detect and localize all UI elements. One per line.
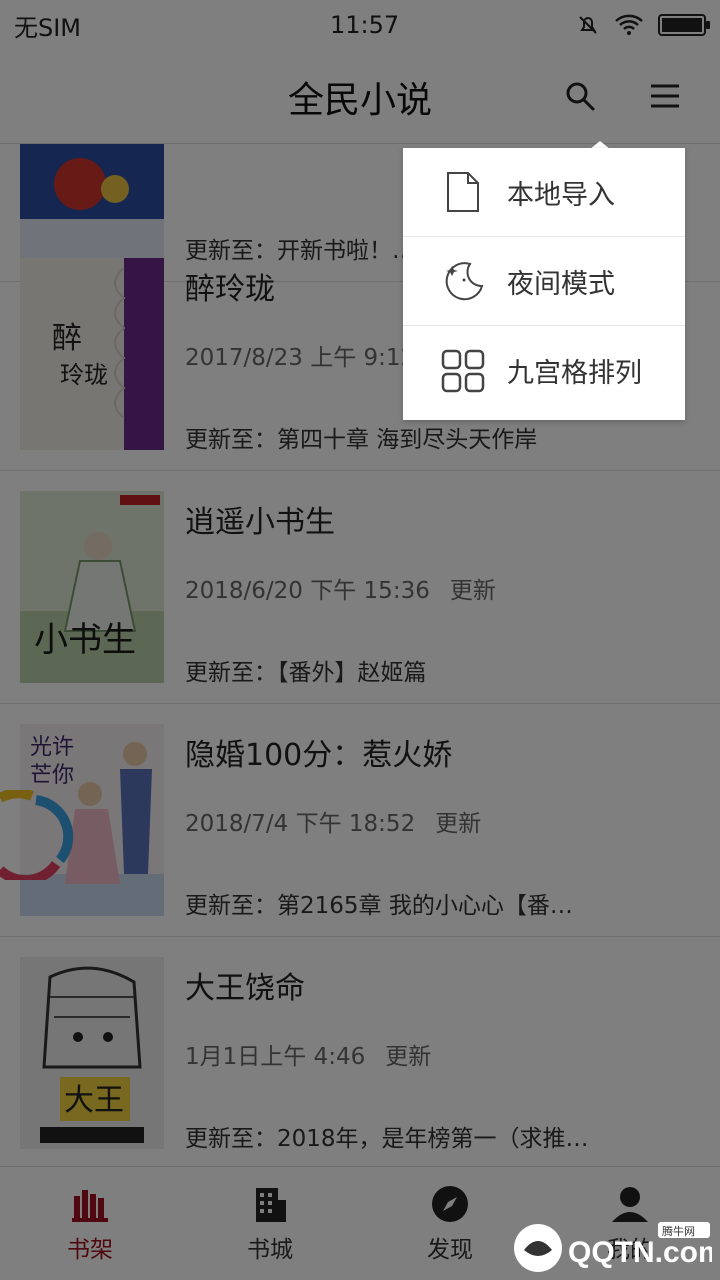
update-badge: 更新 — [385, 1044, 432, 1070]
book-meta: 2018/6/20 下午 15:36 更新 — [185, 571, 496, 605]
menu-button[interactable] — [641, 72, 689, 120]
watermark-badge: 腾牛网 — [662, 1224, 695, 1238]
watermark-text: QQTN.com — [568, 1236, 712, 1269]
book-latest-chapter: 更新至：【番外】赵姬篇 — [185, 660, 427, 686]
clock: 11:57 — [330, 11, 400, 39]
book-meta: 2018/7/4 下午 18:52 更新 — [185, 804, 481, 838]
battery-icon — [658, 14, 710, 36]
book-title: 醉玲珑 — [185, 272, 275, 307]
grid-icon — [433, 341, 493, 401]
svg-text:小书生: 小书生 — [34, 620, 136, 660]
book-update-time: 2018/6/20 下午 15:36 — [185, 578, 430, 604]
book-update-time: 2018/7/4 下午 18:52 — [185, 811, 416, 837]
svg-text:光许: 光许 — [30, 735, 74, 760]
svg-text:醉: 醉 — [52, 321, 82, 356]
file-icon — [433, 162, 493, 222]
update-badge: 更新 — [449, 578, 496, 604]
book-update-time: 2017/8/23 上午 9:12 — [185, 345, 416, 371]
book-cover[interactable]: 大王 — [20, 957, 164, 1149]
update-badge: 更新 — [435, 811, 482, 837]
popup-menu: 本地导入 夜间模式 九宫格排列 — [403, 148, 685, 420]
book-title: 逍遥小书生 — [185, 505, 335, 540]
menu-item-local-import[interactable]: 本地导入 — [403, 148, 685, 237]
book-title: 大王饶命 — [185, 971, 305, 1006]
bookshelf-icon — [72, 1189, 108, 1222]
user-icon — [612, 1186, 648, 1222]
page-title: 全民小说 — [287, 79, 432, 121]
book-latest-chapter: 更新至：第四十章 海到尽头天作岸 — [185, 427, 538, 453]
book-cover[interactable]: 醉玲珑 — [20, 258, 164, 450]
book-update-time: 1月1日上午 4:46 — [185, 1044, 366, 1070]
site-watermark: QQTN.com 腾牛网 — [514, 1222, 712, 1272]
compass-icon — [432, 1185, 468, 1222]
book-item[interactable]: 大王 大王饶命 1月1日上午 4:46 更新 更新至：2018年，是年榜第一（求推… — [0, 937, 720, 1166]
tab-label: 书架 — [67, 1236, 113, 1263]
menu-item-label: 夜间模式 — [507, 268, 615, 300]
status-bar: 无SIM 11:57 — [0, 0, 720, 50]
svg-text:玲珑: 玲珑 — [60, 361, 108, 389]
book-meta: 1月1日上午 4:46 更新 — [185, 1037, 431, 1071]
tab-bookstore[interactable]: 书城 — [180, 1167, 360, 1280]
menu-item-night-mode[interactable]: 夜间模式 — [403, 237, 685, 326]
book-item[interactable]: 光许芒你 隐婚100分：惹火娇 2018/7/4 下午 18:52 更新 更新至：… — [0, 704, 720, 937]
svg-text:大王: 大王 — [64, 1083, 124, 1118]
search-button[interactable] — [556, 72, 604, 120]
tab-label: 发现 — [427, 1236, 473, 1263]
book-latest-chapter: 更新至：2018年，是年榜第一（求推… — [185, 1126, 589, 1152]
book-item[interactable]: 小书生 逍遥小书生 2018/6/20 下午 15:36 更新 更新至：【番外】赵… — [0, 471, 720, 704]
carrier-label: 无SIM — [14, 13, 82, 42]
floating-ball-icon[interactable] — [0, 790, 80, 880]
book-title: 隐婚100分：惹火娇 — [185, 738, 453, 773]
search-icon — [566, 82, 595, 111]
building-icon — [256, 1187, 286, 1222]
wifi-icon — [615, 14, 643, 35]
app-header: 全民小说 — [0, 50, 720, 144]
tab-label: 书城 — [247, 1236, 293, 1263]
menu-item-label: 本地导入 — [507, 179, 615, 211]
status-icons — [576, 13, 710, 37]
svg-text:芒你: 芒你 — [30, 763, 74, 788]
moon-stars-icon — [433, 251, 493, 311]
book-latest-chapter: 更新至：第2165章 我的小心心【番… — [185, 893, 573, 919]
menu-item-label: 九宫格排列 — [507, 358, 642, 389]
book-cover[interactable]: 小书生 — [20, 491, 164, 683]
hamburger-menu-icon — [651, 84, 679, 108]
tab-bookshelf[interactable]: 书架 — [0, 1167, 180, 1280]
menu-item-grid-layout[interactable]: 九宫格排列 — [403, 326, 685, 415]
mute-bell-icon — [579, 16, 597, 34]
book-meta: 2017/8/23 上午 9:12 — [185, 338, 415, 372]
